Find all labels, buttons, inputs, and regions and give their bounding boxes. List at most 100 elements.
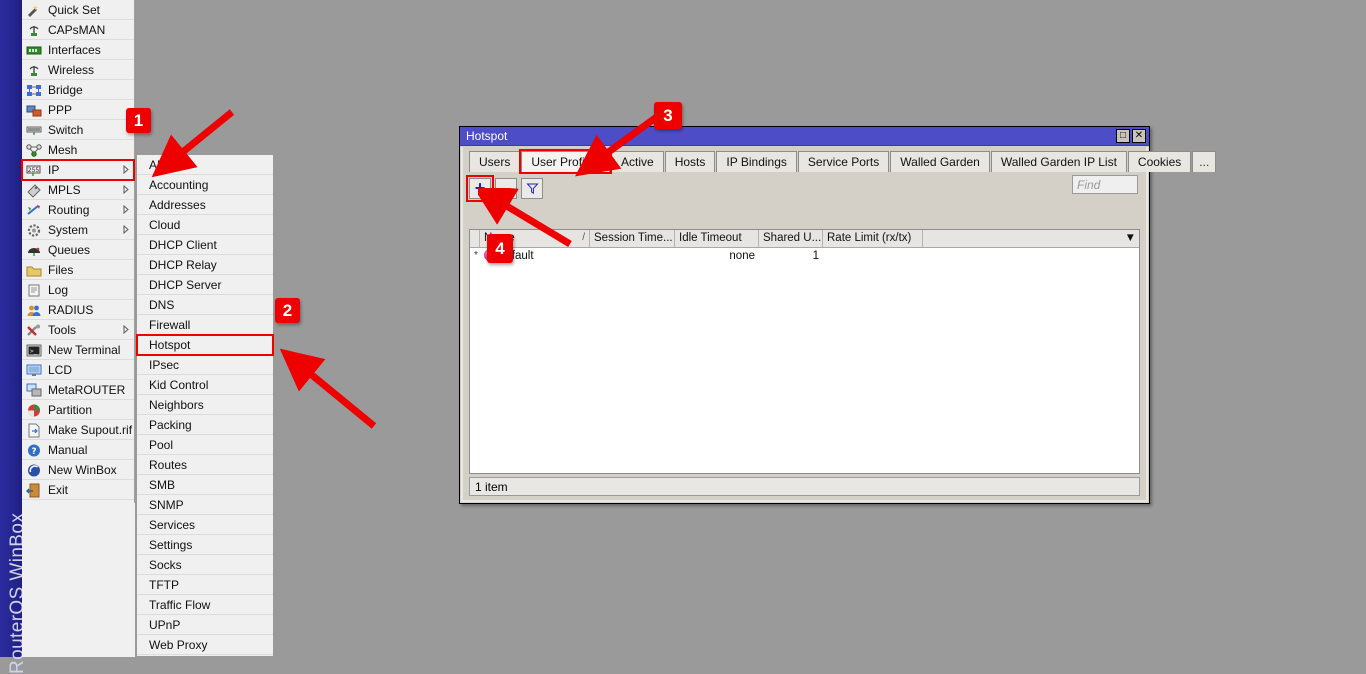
table-row[interactable]: * default none 1: [470, 248, 1139, 264]
ip-submenu-item-routes[interactable]: Routes: [137, 455, 273, 475]
ip-submenu-item-arp[interactable]: ARP: [137, 155, 273, 175]
main-menu-item-interfaces[interactable]: Interfaces: [22, 40, 134, 60]
main-menu-item-wireless[interactable]: Wireless: [22, 60, 134, 80]
main-menu-item-label: Routing: [48, 203, 90, 217]
ip-submenu-item-hotspot[interactable]: Hotspot: [136, 334, 274, 356]
ip-submenu-item-label: Cloud: [149, 218, 181, 232]
ip-submenu-item-accounting[interactable]: Accounting: [137, 175, 273, 195]
main-menu-item-quick-set[interactable]: Quick Set: [22, 0, 134, 20]
tab-service-ports[interactable]: Service Ports: [797, 151, 890, 172]
ip-submenu-item-cloud[interactable]: Cloud: [137, 215, 273, 235]
main-menu-item-radius[interactable]: RADIUS: [22, 300, 134, 320]
ip-submenu-item-firewall[interactable]: Firewall: [137, 315, 273, 335]
ip-submenu-item-traffic-flow[interactable]: Traffic Flow: [137, 595, 273, 615]
main-menu-item-ip[interactable]: 255 IP: [21, 159, 135, 181]
tab-hosts[interactable]: Hosts: [664, 151, 716, 172]
ip-submenu-item-kid-control[interactable]: Kid Control: [137, 375, 273, 395]
tab-walled-garden-ip-list[interactable]: Walled Garden IP List: [990, 151, 1127, 172]
ip-submenu-item-dhcp-server[interactable]: DHCP Server: [137, 275, 273, 295]
ip-submenu-item-socks[interactable]: Socks: [137, 555, 273, 575]
main-menu-item-queues[interactable]: Queues: [22, 240, 134, 260]
table-header-label: Rate Limit (rx/tx): [827, 232, 912, 244]
ip-submenu-item-label: Socks: [149, 558, 182, 572]
tab-active[interactable]: Active: [611, 151, 664, 172]
column-chooser-button[interactable]: ▼: [923, 230, 1139, 247]
ip-submenu-item-addresses[interactable]: Addresses: [137, 195, 273, 215]
tab-ip-bindings[interactable]: IP Bindings: [716, 151, 797, 172]
ip-submenu-item-upnp[interactable]: UPnP: [137, 615, 273, 635]
table-header-rate-limit-rx-tx[interactable]: Rate Limit (rx/tx): [823, 230, 923, 247]
ip-submenu-item-label: IPsec: [149, 358, 180, 372]
main-menu-item-tools[interactable]: Tools: [22, 320, 134, 340]
main-menu-item-mesh[interactable]: Mesh: [22, 140, 134, 160]
main-menu-item-switch[interactable]: Switch: [22, 120, 134, 140]
ip-submenu-item-neighbors[interactable]: Neighbors: [137, 395, 273, 415]
main-menu-item-files[interactable]: Files: [22, 260, 134, 280]
ip-submenu-item-settings[interactable]: Settings: [137, 535, 273, 555]
main-menu-item-lcd[interactable]: LCD: [22, 360, 134, 380]
tab-[interactable]: ...: [1192, 151, 1217, 172]
main-menu-item-exit[interactable]: Exit: [22, 480, 134, 500]
ip-submenu-item-dhcp-client[interactable]: DHCP Client: [137, 235, 273, 255]
ip-submenu-item-label: Neighbors: [149, 398, 204, 412]
ip-submenu-item-pool[interactable]: Pool: [137, 435, 273, 455]
main-menu-item-new-winbox[interactable]: New WinBox: [22, 460, 134, 480]
table-header-shared-u[interactable]: Shared U...: [759, 230, 823, 247]
table-header-session-time[interactable]: Session Time...: [590, 230, 675, 247]
main-menu-item-log[interactable]: Log: [22, 280, 134, 300]
ip-submenu-item-packing[interactable]: Packing: [137, 415, 273, 435]
ip-submenu-item-services[interactable]: Services: [137, 515, 273, 535]
main-menu-item-partition[interactable]: Partition: [22, 400, 134, 420]
main-menu-item-routing[interactable]: Routing: [22, 200, 134, 220]
close-icon[interactable]: ✕: [1132, 129, 1146, 143]
files-icon: [26, 263, 42, 278]
main-menu-item-label: Files: [48, 263, 74, 277]
main-menu-item-label: Mesh: [48, 143, 78, 157]
main-menu-item-capsman[interactable]: CAPsMAN: [22, 20, 134, 40]
filter-icon[interactable]: [521, 177, 543, 199]
supout-icon: [26, 423, 42, 438]
ip-submenu-item-label: SMB: [149, 478, 176, 492]
routing-icon: [26, 203, 42, 218]
tab-users[interactable]: Users: [469, 151, 521, 172]
interfaces-icon: [26, 43, 42, 58]
add-profile-button[interactable]: +: [466, 174, 494, 202]
chevron-down-icon: ▼: [1124, 232, 1136, 244]
restore-icon[interactable]: □: [1116, 129, 1130, 143]
svg-text:?: ?: [31, 447, 36, 457]
system-icon: [26, 223, 42, 238]
annotation-arrow-2: [279, 348, 377, 429]
main-menu-item-label: IP: [48, 163, 60, 177]
tab-user-profiles[interactable]: User Profiles: [519, 149, 613, 174]
tab-cookies[interactable]: Cookies: [1127, 151, 1192, 172]
main-menu-item-metarouter[interactable]: MetaROUTER: [22, 380, 134, 400]
main-menu-item-label: Quick Set: [48, 3, 101, 17]
hotspot-titlebar[interactable]: Hotspot □ ✕: [460, 127, 1149, 146]
tab-walled-garden[interactable]: Walled Garden: [890, 151, 990, 172]
main-menu-item-mpls[interactable]: MPLS: [22, 180, 134, 200]
search-input[interactable]: Find: [1072, 175, 1138, 194]
ip-submenu-item-dns[interactable]: DNS: [137, 295, 273, 315]
ip-submenu-item-dhcp-relay[interactable]: DHCP Relay: [137, 255, 273, 275]
table-header-idle-timeout[interactable]: Idle Timeout: [675, 230, 759, 247]
switch-icon: [26, 123, 42, 138]
main-menu-item-manual[interactable]: ? Manual: [22, 440, 134, 460]
main-menu-item-new-terminal[interactable]: >_ New Terminal: [22, 340, 134, 360]
remove-profile-button[interactable]: –: [495, 177, 517, 199]
mesh-icon: [26, 143, 42, 158]
bridge-icon: [26, 83, 42, 98]
svg-text:255: 255: [28, 167, 40, 174]
main-menu-item-label: Manual: [48, 443, 88, 457]
main-menu-item-system[interactable]: System: [22, 220, 134, 240]
main-menu-item-ppp[interactable]: PPP: [22, 100, 134, 120]
ip-submenu-item-snmp[interactable]: SNMP: [137, 495, 273, 515]
ip-submenu-item-web-proxy[interactable]: Web Proxy: [137, 635, 273, 655]
ip-submenu-item-smb[interactable]: SMB: [137, 475, 273, 495]
metarouter-icon: [26, 383, 42, 398]
main-menu-item-bridge[interactable]: Bridge: [22, 80, 134, 100]
ip-submenu-item-ipsec[interactable]: IPsec: [137, 355, 273, 375]
main-menu-item-make-supout-rif[interactable]: Make Supout.rif: [22, 420, 134, 440]
ip-submenu-item-tftp[interactable]: TFTP: [137, 575, 273, 595]
tools-icon: [26, 323, 42, 338]
annotation-badge-2: 2: [275, 298, 300, 323]
